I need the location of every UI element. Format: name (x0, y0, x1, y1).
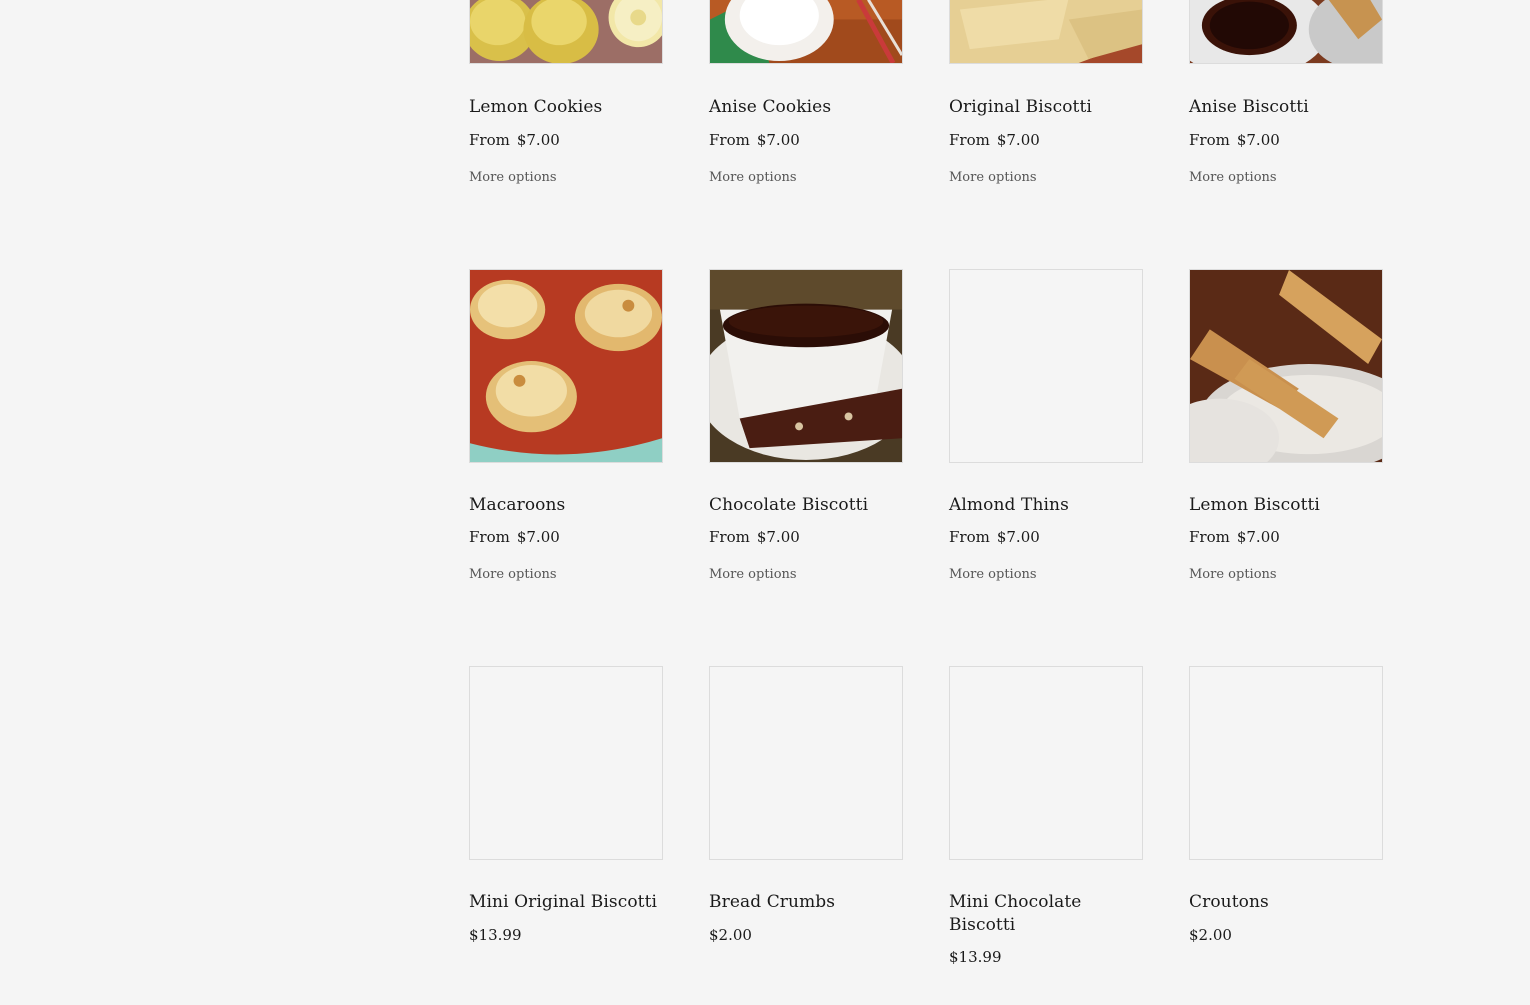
more-options-link[interactable]: More options (949, 169, 1037, 187)
product-price: From $7.00 (949, 527, 1040, 547)
price-from-label: From (949, 131, 990, 149)
product-price: From $7.00 (469, 527, 560, 547)
empty-image-placeholder[interactable] (949, 666, 1143, 860)
product-title[interactable]: Anise Biscotti (1189, 96, 1383, 119)
price-value: $7.00 (756, 528, 800, 546)
more-options-link[interactable]: More options (469, 566, 557, 584)
price-value: $7.00 (1236, 131, 1280, 149)
product-price: From $7.00 (949, 130, 1040, 150)
product-title[interactable]: Mini Chocolate Biscotti (949, 891, 1143, 937)
product-title[interactable]: Lemon Cookies (469, 96, 663, 119)
product-price: $2.00 (709, 926, 752, 944)
product-title[interactable]: Macaroons (469, 494, 663, 517)
price-from-label: From (949, 528, 990, 546)
more-options-link[interactable]: More options (709, 169, 797, 187)
price-from-label: From (469, 131, 510, 149)
product-title[interactable]: Croutons (1189, 891, 1383, 914)
lemon-biscotti-photo[interactable] (1189, 269, 1383, 463)
price-value: $7.00 (1236, 528, 1280, 546)
product-title[interactable]: Almond Thins (949, 494, 1143, 517)
more-options-link[interactable]: More options (709, 566, 797, 584)
more-options-link[interactable]: More options (1189, 169, 1277, 187)
product-title[interactable]: Chocolate Biscotti (709, 494, 903, 517)
lemon-cookies-photo[interactable] (469, 0, 663, 64)
product-title[interactable]: Anise Cookies (709, 96, 903, 119)
product-title[interactable]: Mini Original Biscotti (469, 891, 663, 914)
product-price: From $7.00 (709, 527, 800, 547)
product-price: $13.99 (469, 926, 522, 944)
product-price: From $7.00 (1189, 527, 1280, 547)
macaroons-photo[interactable] (469, 269, 663, 463)
product-grid-page: Lemon Cookies From $7.00 More options Ani… (0, 0, 1530, 1005)
price-value: $7.00 (516, 528, 560, 546)
product-title[interactable]: Bread Crumbs (709, 891, 903, 914)
product-price: $2.00 (1189, 926, 1232, 944)
price-from-label: From (709, 528, 750, 546)
anise-cookies-photo[interactable] (709, 0, 903, 64)
more-options-link[interactable]: More options (1189, 566, 1277, 584)
original-biscotti-photo[interactable] (949, 0, 1143, 64)
product-title[interactable]: Lemon Biscotti (1189, 494, 1383, 517)
more-options-link[interactable]: More options (949, 566, 1037, 584)
empty-image-placeholder[interactable] (469, 666, 663, 860)
price-from-label: From (1189, 131, 1230, 149)
empty-image-placeholder[interactable] (1189, 666, 1383, 860)
product-title[interactable]: Original Biscotti (949, 96, 1143, 119)
price-from-label: From (469, 528, 510, 546)
product-price: From $7.00 (709, 130, 800, 150)
price-value: $7.00 (516, 131, 560, 149)
price-value: $7.00 (756, 131, 800, 149)
price-value: $7.00 (996, 131, 1040, 149)
empty-image-placeholder[interactable] (709, 666, 903, 860)
anise-biscotti-photo[interactable] (1189, 0, 1383, 64)
product-price: From $7.00 (469, 130, 560, 150)
chocolate-biscotti-photo[interactable] (709, 269, 903, 463)
price-from-label: From (709, 131, 750, 149)
product-price: From $7.00 (1189, 130, 1280, 150)
product-price: $13.99 (949, 948, 1002, 966)
empty-image-placeholder[interactable] (949, 269, 1143, 463)
more-options-link[interactable]: More options (469, 169, 557, 187)
price-value: $7.00 (996, 528, 1040, 546)
price-from-label: From (1189, 528, 1230, 546)
